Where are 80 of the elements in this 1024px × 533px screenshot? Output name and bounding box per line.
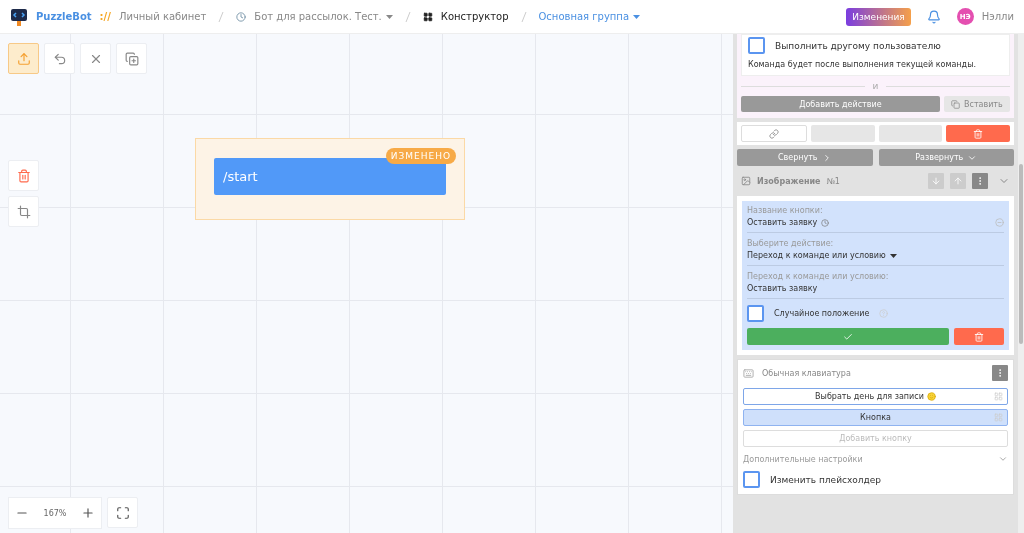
add-action-button[interactable]: Добавить действие	[741, 96, 940, 112]
zoom-level: 167%	[43, 508, 67, 518]
breadcrumb-link[interactable]: Бот для рассылок. Тест.	[254, 11, 393, 22]
trash-icon	[973, 128, 984, 139]
upload-icon	[16, 51, 31, 66]
field-label: Переход к команде или условию:	[747, 272, 890, 281]
changes-button[interactable]: Изменения	[846, 7, 911, 26]
move-down-button[interactable]	[928, 173, 944, 189]
remove-icon[interactable]	[995, 218, 1004, 227]
keyboard-title: Обычная клавиатура	[762, 368, 851, 378]
trash-icon	[16, 168, 31, 183]
drag-handle-icon[interactable]	[994, 413, 1003, 422]
image-icon	[741, 176, 751, 186]
keyboard-icon	[743, 367, 754, 379]
keyboard-button[interactable]: Кнопка	[743, 409, 1008, 426]
delete-button[interactable]	[946, 125, 1010, 142]
checkbox-label: Случайное положение	[774, 309, 870, 318]
keyboard-button[interactable]: Выбрать день для записи	[743, 388, 1008, 405]
menu-button[interactable]	[972, 173, 988, 189]
blank-button[interactable]	[878, 125, 943, 142]
zoom-in-button[interactable]	[81, 506, 95, 520]
logo-separator: ://	[99, 11, 111, 22]
paste-button[interactable]: Вставить	[943, 96, 1010, 112]
tool-button[interactable]	[8, 43, 39, 74]
checkbox[interactable]	[743, 471, 760, 488]
expand-icon	[115, 505, 130, 520]
checkbox[interactable]	[748, 37, 765, 54]
link-button[interactable]	[741, 125, 807, 142]
chevron-icon[interactable]	[998, 454, 1008, 464]
grid-icon	[422, 11, 433, 22]
breadcrumb-link[interactable]: Личный кабинет	[118, 11, 207, 22]
check-icon	[842, 331, 853, 342]
logo-icon[interactable]	[10, 6, 28, 27]
link-icon	[768, 128, 779, 139]
breadcrumb-link[interactable]: Основная группа	[538, 11, 640, 22]
breadcrumb-divider	[218, 11, 225, 22]
breadcrumb-link[interactable]: Конструктор	[440, 11, 509, 22]
logo-text[interactable]: PuzzleBot	[36, 11, 92, 22]
copy-icon	[951, 99, 960, 109]
crop-icon	[16, 204, 31, 219]
plus-icon	[81, 506, 95, 520]
delete-button[interactable]	[8, 160, 39, 191]
section-number: №1	[826, 176, 840, 186]
checkbox-label: Выполнить другому пользователю	[775, 40, 941, 51]
menu-button[interactable]	[992, 365, 1008, 381]
help-icon[interactable]	[879, 309, 889, 318]
move-up-button[interactable]	[950, 173, 966, 189]
caret-icon	[633, 14, 640, 19]
section-title: Изображение	[757, 176, 821, 186]
command-node[interactable]: /start ИЗМЕНЕНО	[195, 138, 465, 220]
divider-label: и	[872, 81, 879, 91]
fit-button[interactable]	[107, 497, 138, 528]
collapse-button[interactable]: Свернуть	[737, 149, 873, 166]
arrow-down-icon	[931, 176, 941, 186]
undo-icon	[52, 51, 67, 66]
add-button-button[interactable]: Добавить кнопку	[743, 430, 1008, 447]
caret-icon	[889, 253, 897, 258]
note-text: Команда будет после выполнения текущей команды.	[748, 60, 977, 69]
add-copy-icon	[124, 51, 139, 66]
breadcrumb-divider	[520, 11, 527, 22]
drag-handle-icon[interactable]	[994, 392, 1003, 401]
action-select[interactable]: Переход к команде или условию	[747, 251, 886, 260]
checkbox-label: Изменить плейсхолдер	[770, 474, 881, 485]
changed-badge: ИЗМЕНЕНО	[385, 148, 456, 164]
field-label: Выберите действие:	[747, 239, 835, 248]
crop-button[interactable]	[8, 196, 39, 227]
text-field[interactable]: Оставить заявку	[747, 284, 818, 293]
settings-toggle[interactable]: Дополнительные настройки	[743, 454, 863, 464]
command-block[interactable]: /start	[214, 158, 446, 195]
expand-button[interactable]: Развернуть	[878, 149, 1014, 166]
caret-icon	[385, 14, 393, 19]
text-field[interactable]: Оставить заявку	[747, 218, 818, 227]
delete-button[interactable]	[953, 328, 1004, 345]
arrow-up-icon	[953, 176, 963, 186]
bell-icon[interactable]	[926, 9, 941, 24]
field-label: Название кнопки:	[747, 206, 824, 215]
breadcrumb-divider	[404, 11, 411, 22]
user-name[interactable]: Нэлли	[981, 11, 1014, 22]
trash-icon	[973, 331, 984, 342]
checkbox[interactable]	[747, 305, 764, 322]
